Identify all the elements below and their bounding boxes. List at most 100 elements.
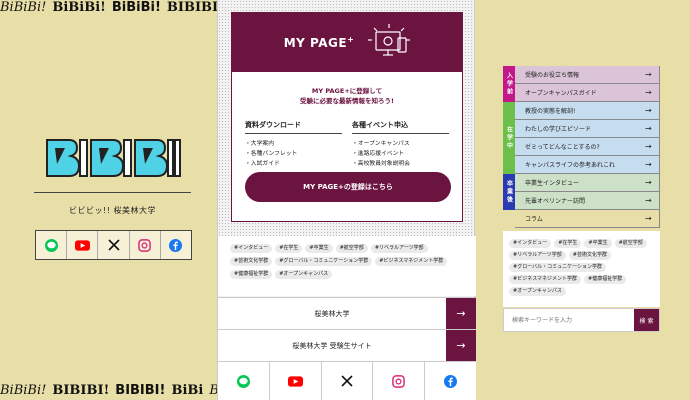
arrow-right-icon: → — [645, 124, 652, 133]
brand-tagline: ビビビッ!! 桜美林大学 — [69, 206, 156, 215]
category-nav: 入学前 受験のお役立ち情報 → オープンキャンパスガイド → 在学中 教授の実態を解剖! → わ… — [503, 66, 660, 228]
nav-item[interactable]: ゼミってどんなことするの? → — [515, 138, 660, 156]
youtube-link[interactable] — [67, 231, 99, 259]
banner-word: BiBiBi! — [111, 0, 161, 15]
mypage-lead: MY PAGE+に登録して 受験に必要な最新情報を知ろう! — [300, 87, 394, 105]
university-link[interactable]: 桜美林大学 → — [218, 297, 476, 329]
logo-graphic — [45, 139, 181, 177]
line-icon — [236, 374, 250, 388]
x-link[interactable] — [98, 231, 130, 259]
applicant-site-link[interactable]: 桜美林大学 受験生サイト → — [218, 329, 476, 361]
instagram-link[interactable] — [373, 362, 426, 400]
nav-item-label: 先輩オベリンナー訪問 — [525, 198, 586, 205]
instagram-link[interactable] — [130, 231, 161, 259]
x-icon — [341, 375, 353, 387]
nav-item-label: コラム — [525, 216, 543, 223]
brand-block: ビビビッ!! 桜美林大学 — [30, 134, 195, 216]
hashtag-link[interactable]: #航空学部 — [614, 239, 647, 248]
event-column: 各種イベント申込 ・オープンキャンパス ・進路応援イベント ・高校教員対象説明会 — [352, 120, 449, 169]
youtube-link[interactable] — [270, 362, 322, 400]
applicant-site-link-label: 桜美林大学 受験生サイト — [292, 341, 372, 350]
nav-item[interactable]: 先輩オベリンナー訪問 → — [515, 192, 660, 210]
youtube-icon — [74, 239, 90, 251]
benefit-item: ・進路応援イベント — [352, 151, 405, 157]
nav-item-label: ゼミってどんなことするの? — [525, 144, 600, 151]
nav-item[interactable]: オープンキャンパスガイド → — [515, 84, 660, 102]
nav-item[interactable]: 教授の実態を解剖! → — [515, 102, 660, 120]
nav-item-label: オープンキャンパスガイド — [525, 90, 597, 97]
hashtag-link[interactable]: #芸術文化学群 — [230, 257, 273, 266]
hashtag-link[interactable]: #オープンキャンパス — [275, 270, 333, 279]
arrow-right-icon: → — [645, 160, 652, 169]
hashtag-link[interactable]: #グローバル・コミュニケーション学群 — [275, 257, 373, 266]
hashtag-link[interactable]: #在学生 — [275, 244, 303, 253]
arrow-right-icon: → — [446, 298, 476, 329]
benefit-item: ・大学案内 — [245, 141, 274, 147]
banner-word: BIBIBI! — [115, 383, 166, 398]
facebook-icon — [169, 238, 183, 252]
hashtag-link[interactable]: #卒業生 — [305, 244, 333, 253]
hashtag-link[interactable]: #在学生 — [554, 239, 582, 248]
hashtag-link[interactable]: #グローバル・コミュニケーション学群 — [509, 263, 607, 272]
arrow-right-icon: → — [645, 106, 652, 115]
nav-group: 在学中 教授の実態を解剖! → わたしの学びエピソード → ゼミってどんなことするの? → キ… — [503, 102, 660, 174]
mypage-header: MY PAGE+ — [232, 13, 462, 72]
arrow-right-icon: → — [645, 142, 652, 151]
hashtag-link[interactable]: #芸術文化学群 — [568, 251, 611, 260]
nav-group-label: 入学前 — [503, 66, 515, 102]
mypage-benefits: 資料ダウンロード ・大学案内 ・各種パンフレット ・入試ガイド 各種イベント申込… — [245, 120, 449, 169]
mypage-register-button[interactable]: MY PAGE+の登録はこちら — [245, 172, 451, 202]
hashtag-link[interactable]: #リベラルアーツ学部 — [509, 251, 566, 260]
arrow-right-icon: → — [645, 178, 652, 187]
benefit-item: ・入試ガイド — [245, 161, 280, 167]
site-logo[interactable] — [30, 134, 195, 188]
facebook-link[interactable] — [161, 231, 191, 259]
arrow-right-icon: → — [446, 330, 476, 361]
hashtag-link[interactable]: #航空学部 — [335, 244, 368, 253]
nav-group: コラム → — [503, 210, 660, 228]
banner-word: BIBIBI! — [52, 383, 110, 398]
center-panel: MY PAGE+ MY PAGE+に登録して 受験に必要な最新情報を知ろう! 資… — [217, 0, 476, 400]
center-sns-bar — [218, 361, 476, 400]
line-link[interactable] — [218, 362, 270, 400]
hashtag-link[interactable]: #リベラルアーツ学部 — [370, 244, 428, 253]
nav-item[interactable]: コラム → — [515, 210, 660, 228]
hashtag-link[interactable]: #インタビュー — [230, 244, 273, 253]
hashtag-link[interactable]: #卒業生 — [584, 239, 612, 248]
hashtag-link[interactable]: #ビジネスマネジメント学群 — [509, 275, 582, 284]
nav-item[interactable]: 卒業生インタビュー → — [515, 174, 660, 192]
nav-item-label: わたしの学びエピソード — [525, 126, 592, 133]
right-tag-list: #インタビュー #在学生 #卒業生 #航空学部 #リベラルアーツ学部 #芸術文化学群 #グロ… — [503, 231, 660, 307]
banner-word: BIBIBI! — [166, 0, 224, 15]
arrow-right-icon: → — [645, 214, 652, 223]
hashtag-link[interactable]: #インタビュー — [509, 239, 552, 248]
hashtag-link[interactable]: #健康福祉学群 — [584, 275, 627, 284]
hashtag-link[interactable]: #健康福祉学群 — [230, 270, 273, 279]
x-link[interactable] — [322, 362, 374, 400]
hashtag-link[interactable]: #オープンキャンパス — [509, 287, 566, 296]
line-link[interactable] — [36, 231, 68, 259]
hashtag-link[interactable]: #ビジネスマネジメント学群 — [375, 257, 448, 266]
nav-group: 卒業後 卒業生インタビュー → 先輩オベリンナー訪問 → — [503, 174, 660, 210]
benefit-item: ・オープンキャンパス — [352, 141, 410, 147]
computer-icon — [368, 23, 411, 56]
download-heading: 資料ダウンロード — [245, 120, 342, 134]
nav-item[interactable]: キャンパスライフの参考あれこれ → — [515, 156, 660, 174]
university-link-label: 桜美林大学 — [314, 309, 350, 318]
line-icon — [44, 238, 58, 252]
arrow-right-icon: → — [645, 88, 652, 97]
search-button[interactable]: 検 索 — [634, 309, 659, 331]
left-sns-bar — [35, 230, 192, 260]
nav-item-label: 受験のお役立ち情報 — [525, 72, 580, 79]
youtube-icon — [287, 375, 303, 387]
search-input[interactable] — [504, 309, 634, 331]
download-column: 資料ダウンロード ・大学案内 ・各種パンフレット ・入試ガイド — [245, 120, 342, 169]
arrow-right-icon: → — [645, 70, 652, 79]
nav-item[interactable]: わたしの学びエピソード → — [515, 120, 660, 138]
banner-word: BiBiBi! — [52, 0, 106, 15]
nav-item[interactable]: 受験のお役立ち情報 → — [515, 66, 660, 84]
facebook-link[interactable] — [425, 362, 476, 400]
nav-group-label: 在学中 — [503, 102, 515, 174]
nav-group: 入学前 受験のお役立ち情報 → オープンキャンパスガイド → — [503, 66, 660, 102]
benefit-item: ・各種パンフレット — [245, 151, 298, 157]
